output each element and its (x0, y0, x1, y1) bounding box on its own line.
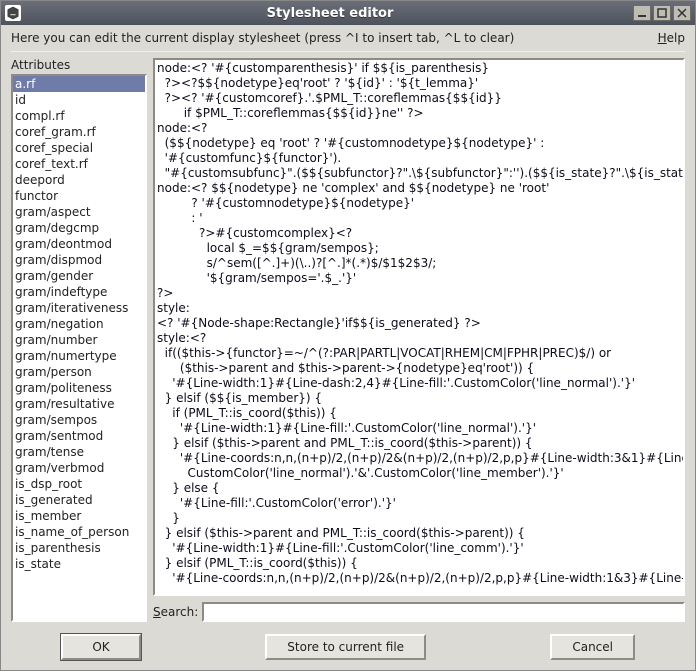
stylesheet-editor-window: Stylesheet editor Here you can edit the … (0, 0, 696, 671)
list-item[interactable]: is_generated (13, 492, 145, 508)
attributes-panel: Attributes a.rfidcompl.rfcoref_gram.rfco… (11, 58, 147, 622)
list-item[interactable]: gram/tense (13, 444, 145, 460)
list-item[interactable]: is_dsp_root (13, 476, 145, 492)
list-item[interactable]: gram/verbmod (13, 460, 145, 476)
list-item[interactable]: gram/gender (13, 268, 145, 284)
list-item[interactable]: functor (13, 188, 145, 204)
window-title: Stylesheet editor (27, 6, 633, 21)
titlebar: Stylesheet editor (1, 1, 695, 25)
minimize-button[interactable] (633, 5, 651, 21)
ok-button[interactable]: OK (61, 634, 141, 660)
editor-wrap (153, 58, 685, 596)
list-item[interactable]: gram/numertype (13, 348, 145, 364)
list-item[interactable]: gram/deontmod (13, 236, 145, 252)
attributes-label: Attributes (11, 58, 147, 72)
search-row: Search: (153, 602, 685, 622)
list-item[interactable]: gram/degcmp (13, 220, 145, 236)
list-item[interactable]: gram/resultative (13, 396, 145, 412)
help-link[interactable]: Help (658, 31, 685, 45)
hint-bar: Here you can edit the current display st… (1, 25, 695, 49)
close-button[interactable] (673, 5, 691, 21)
list-item[interactable]: gram/number (13, 332, 145, 348)
editor-panel: Search: (153, 58, 685, 622)
list-item[interactable]: coref_gram.rf (13, 124, 145, 140)
list-item[interactable]: gram/iterativeness (13, 300, 145, 316)
list-item[interactable]: gram/aspect (13, 204, 145, 220)
list-item[interactable]: is_name_of_person (13, 524, 145, 540)
search-label: Search: (153, 605, 198, 619)
list-item[interactable]: coref_text.rf (13, 156, 145, 172)
list-item[interactable]: gram/sempos (13, 412, 145, 428)
list-item[interactable]: gram/negation (13, 316, 145, 332)
button-bar: OK Store to current file Cancel (1, 626, 695, 670)
main-area: Attributes a.rfidcompl.rfcoref_gram.rfco… (1, 52, 695, 626)
list-item[interactable]: gram/sentmod (13, 428, 145, 444)
list-item[interactable]: gram/dispmod (13, 252, 145, 268)
maximize-button[interactable] (653, 5, 671, 21)
list-item[interactable]: is_member (13, 508, 145, 524)
window-controls (633, 5, 691, 21)
list-item[interactable]: deepord (13, 172, 145, 188)
hint-text: Here you can edit the current display st… (11, 31, 658, 45)
list-item[interactable]: is_state (13, 556, 145, 572)
search-input[interactable] (202, 602, 685, 622)
store-button[interactable]: Store to current file (265, 634, 426, 660)
list-item[interactable]: gram/person (13, 364, 145, 380)
app-icon (5, 5, 21, 21)
attributes-listbox-wrap: a.rfidcompl.rfcoref_gram.rfcoref_special… (11, 74, 147, 622)
list-item[interactable]: is_parenthesis (13, 540, 145, 556)
list-item[interactable]: gram/politeness (13, 380, 145, 396)
list-item[interactable]: coref_special (13, 140, 145, 156)
stylesheet-editor-textarea[interactable] (155, 60, 683, 594)
list-item[interactable]: compl.rf (13, 108, 145, 124)
list-item[interactable]: id (13, 92, 145, 108)
list-item[interactable]: gram/indeftype (13, 284, 145, 300)
list-item[interactable]: a.rf (13, 76, 145, 92)
attributes-listbox[interactable]: a.rfidcompl.rfcoref_gram.rfcoref_special… (13, 76, 145, 620)
cancel-button[interactable]: Cancel (550, 634, 635, 660)
